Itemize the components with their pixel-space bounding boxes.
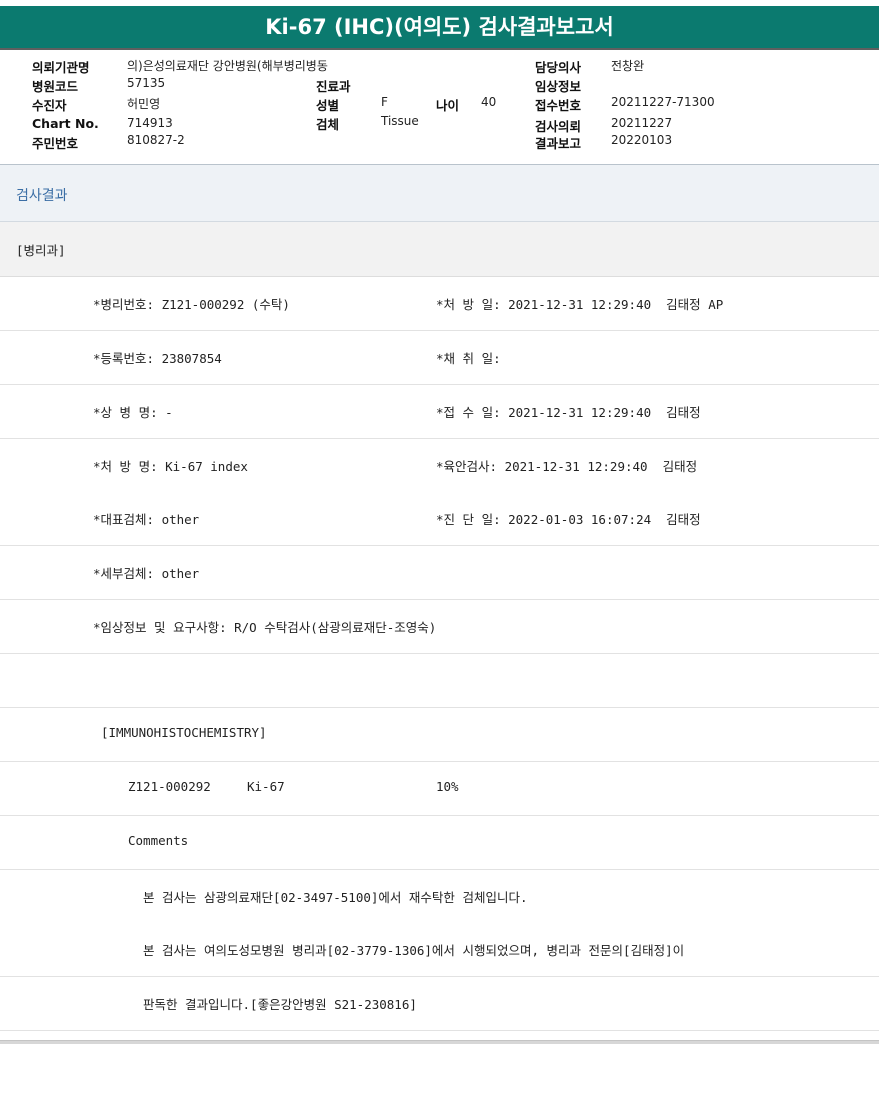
comment-row: 본 검사는 삼광의료재단[02-3497-5100]에서 재수탁한 검체입니다.	[0, 870, 879, 924]
result-left: *상 병 명: -	[93, 405, 173, 420]
comment-row: 판독한 결과입니다.[좋은강안병원 S21-230816]	[0, 977, 879, 1031]
comments-label: Comments	[128, 833, 189, 848]
age-value: 40	[481, 95, 497, 109]
hospital-code-value: 57135	[127, 76, 166, 90]
result-left: *등록번호: 23807854	[93, 351, 222, 366]
ihc-result-row: Z121-000292 Ki-67 10%	[0, 762, 879, 816]
blank-row	[0, 654, 879, 708]
resident-no-value: 810827-2	[127, 133, 185, 147]
request-date-value: 20211227	[611, 116, 673, 130]
specimen-value: Tissue	[381, 114, 419, 128]
doctor-value: 전창완	[611, 59, 645, 73]
result-row: *세부검체: other	[0, 546, 879, 600]
result-right: *채 취 일:	[436, 351, 501, 366]
result-row: [IMMUNOHISTOCHEMISTRY]	[0, 708, 879, 762]
comment-line: 본 검사는 삼광의료재단[02-3497-5100]에서 재수탁한 검체입니다.	[143, 890, 528, 905]
ihc-id: Z121-000292	[128, 779, 211, 794]
sex-value: F	[381, 95, 388, 109]
clinical-info-label: 임상정보	[535, 79, 582, 94]
result-row: *병리번호: Z121-000292 (수탁) *처 방 일: 2021-12-…	[0, 277, 879, 331]
result-row: *처 방 명: Ki-67 index *육안검사: 2021-12-31 12…	[0, 439, 879, 493]
hospital-label: 의뢰기관명	[32, 60, 90, 75]
ihc-marker: Ki-67	[247, 779, 285, 794]
result-row: *임상정보 및 요구사항: R/O 수탁검사(삼광의료재단-조영숙)	[0, 600, 879, 654]
result-row: *대표검체: other *진 단 일: 2022-01-03 16:07:24…	[0, 492, 879, 546]
result-row: *상 병 명: - *접 수 일: 2021-12-31 12:29:40 김태…	[0, 385, 879, 439]
ihc-value: 10%	[436, 779, 459, 794]
comment-line: 판독한 결과입니다.[좋은강안병원 S21-230816]	[143, 997, 417, 1012]
section-header: 검사결과	[0, 165, 879, 222]
result-left: *처 방 명: Ki-67 index	[93, 459, 248, 474]
department-label: 진료과	[316, 79, 351, 94]
receipt-no-value: 20211227-71300	[611, 95, 715, 109]
result-left: *병리번호: Z121-000292 (수탁)	[93, 297, 290, 312]
age-label: 나이	[436, 98, 460, 113]
bottom-divider	[0, 1040, 879, 1044]
comments-row: Comments	[0, 816, 879, 870]
comment-row: 본 검사는 여의도성모병원 병리과[02-3779-1306]에서 시행되었으며…	[0, 923, 879, 977]
report-title: Ki-67 (IHC)(여의도) 검사결과보고서	[0, 6, 879, 50]
report-date-value: 20220103	[611, 133, 673, 147]
specimen-label: 검체	[316, 117, 340, 132]
doctor-label: 담당의사	[535, 60, 582, 75]
chart-no-label: Chart No.	[32, 116, 99, 131]
patient-value: 허민영	[127, 97, 161, 111]
department-row: [병리과]	[0, 222, 879, 277]
hospital-code-label: 병원코드	[32, 79, 79, 94]
report-date-label: 결과보고	[535, 136, 582, 151]
result-right: *처 방 일: 2021-12-31 12:29:40 김태정 AP	[436, 297, 724, 312]
result-right: *접 수 일: 2021-12-31 12:29:40 김태정	[436, 405, 701, 420]
result-left: *대표검체: other	[93, 512, 200, 527]
chart-no-value: 714913	[127, 116, 173, 130]
sex-label: 성별	[316, 98, 340, 113]
ihc-heading: [IMMUNOHISTOCHEMISTRY]	[101, 725, 267, 740]
comment-line: 본 검사는 여의도성모병원 병리과[02-3779-1306]에서 시행되었으며…	[143, 943, 685, 958]
patient-info-panel: 의뢰기관명 의)은성의료재단 강안병원(해부병리병동 병원코드 57135 수진…	[0, 52, 879, 165]
clinical-request: *임상정보 및 요구사항: R/O 수탁검사(삼광의료재단-조영숙)	[93, 620, 437, 635]
patient-label: 수진자	[32, 98, 67, 113]
result-left: *세부검체: other	[93, 566, 200, 581]
result-right: *육안검사: 2021-12-31 12:29:40 김태정	[436, 459, 698, 474]
result-right: *진 단 일: 2022-01-03 16:07:24 김태정	[436, 512, 701, 527]
section-title: 검사결과	[16, 188, 68, 204]
hospital-value: 의)은성의료재단 강안병원(해부병리병동	[127, 59, 328, 73]
resident-no-label: 주민번호	[32, 136, 79, 151]
receipt-no-label: 접수번호	[535, 98, 582, 113]
department-tag: [병리과]	[16, 243, 66, 258]
result-row: *등록번호: 23807854 *채 취 일:	[0, 331, 879, 385]
